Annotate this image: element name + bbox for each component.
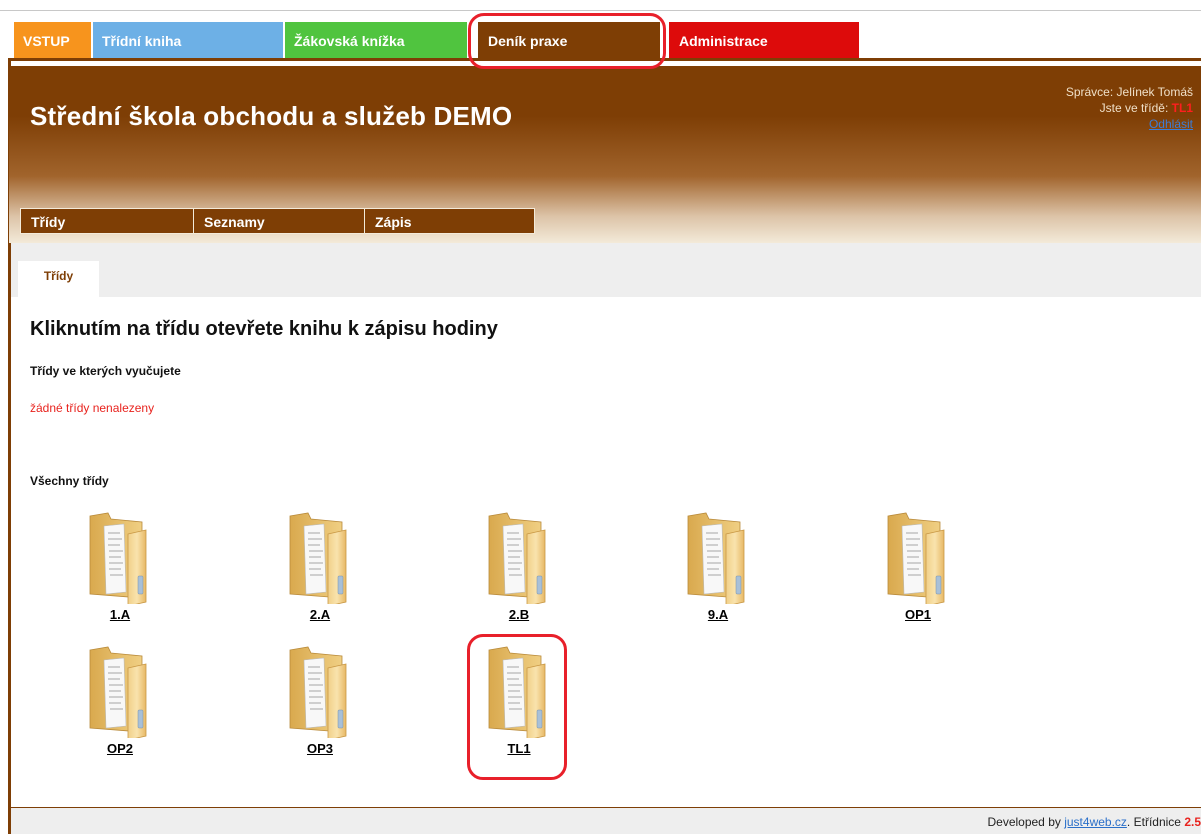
class-folder-label[interactable]: OP1 [873, 607, 963, 622]
subnav-seznamy[interactable]: Seznamy [193, 209, 364, 233]
class-folder-label[interactable]: TL1 [474, 741, 564, 756]
tab-denik-praxe[interactable]: Deník praxe [478, 22, 660, 58]
module-tabs: VSTUP Třídní kniha Žákovská knížka Deník… [0, 22, 1201, 58]
footer-text: Developed by just4web.cz. Etřídnice 2.5 [987, 815, 1201, 829]
content-title: Kliknutím na třídu otevřete knihu k zápi… [30, 318, 498, 340]
class-folder[interactable]: TL1 [474, 646, 564, 766]
class-folder[interactable]: 1.A [75, 512, 165, 632]
current-class: TL1 [1171, 101, 1193, 115]
class-folder[interactable]: 2.B [474, 512, 564, 632]
class-folder-label[interactable]: OP3 [275, 741, 365, 756]
footer-version: 2.5 [1184, 815, 1201, 829]
no-classes-message: žádné třídy nenalezeny [30, 401, 155, 415]
subnav-zapis[interactable]: Zápis [364, 209, 535, 233]
folder-icon [481, 646, 557, 738]
folder-icon [282, 512, 358, 604]
footer-sep: . [1126, 815, 1131, 829]
logout-link[interactable]: Odhlásit [1149, 117, 1193, 131]
tab-administrace[interactable]: Administrace [669, 22, 859, 58]
class-prefix: Jste ve třídě: [1099, 101, 1169, 115]
class-folder-label[interactable]: OP2 [75, 741, 165, 756]
section-all-heading: Všechny třídy [30, 474, 109, 488]
class-folder-label[interactable]: 2.B [474, 607, 564, 622]
folder-icon [680, 512, 756, 604]
user-line: Správce: Jelínek Tomáš [1066, 84, 1193, 100]
tab-tridy[interactable]: Třídy [18, 261, 99, 297]
class-folder-label[interactable]: 1.A [75, 607, 165, 622]
user-info: Správce: Jelínek Tomáš Jste ve třídě: TL… [1066, 84, 1193, 132]
tab-tridni-kniha[interactable]: Třídní kniha [93, 22, 283, 58]
folder-icon [82, 646, 158, 738]
class-folder-label[interactable]: 2.A [275, 607, 365, 622]
sub-navigation: Třídy Seznamy Zápis [20, 208, 535, 234]
folder-icon [481, 512, 557, 604]
subnav-tridy[interactable]: Třídy [21, 209, 192, 233]
class-folder[interactable]: OP2 [75, 646, 165, 766]
class-folder[interactable]: 2.A [275, 512, 365, 632]
class-folder[interactable]: OP1 [873, 512, 963, 632]
footer-developed-by: Developed by [987, 815, 1061, 829]
tab-vstup[interactable]: VSTUP [14, 22, 91, 58]
user-prefix: Správce: [1065, 85, 1114, 99]
user-name: Jelínek Tomáš [1116, 85, 1193, 99]
class-folder-label[interactable]: 9.A [673, 607, 763, 622]
section-teaching-heading: Třídy ve kterých vyučujete [30, 364, 181, 378]
class-folder[interactable]: OP3 [275, 646, 365, 766]
school-title: Střední škola obchodu a služeb DEMO [30, 101, 513, 131]
footer-link[interactable]: just4web.cz [1064, 815, 1127, 829]
folder-icon [282, 646, 358, 738]
tab-zakovska-knizka[interactable]: Žákovská knížka [285, 22, 467, 58]
class-folder[interactable]: 9.A [673, 512, 763, 632]
tab-strip [11, 243, 1201, 297]
footer-product: Etřídnice [1133, 815, 1181, 829]
folder-icon [82, 512, 158, 604]
class-line: Jste ve třídě: TL1 [1066, 100, 1193, 116]
top-border [0, 10, 1201, 11]
folder-icon [880, 512, 956, 604]
